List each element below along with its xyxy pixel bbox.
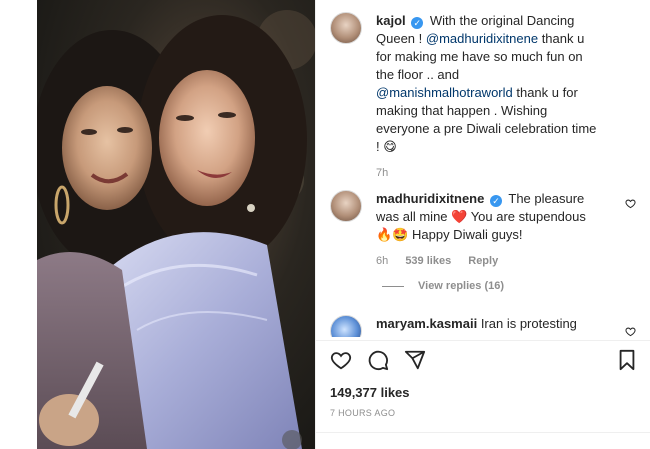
comment-line3: 🔥🤩 Happy Diwali guys! xyxy=(376,227,523,242)
mention-manishmalhotraworld[interactable]: @manishmalhotraworld xyxy=(376,85,513,100)
comment2-username[interactable]: maryam.kasmaii xyxy=(376,316,477,331)
caption-line8: ! 😋 xyxy=(376,139,397,154)
comment-line1: The pleasure xyxy=(508,191,585,206)
bookmark-icon[interactable] xyxy=(616,349,638,371)
caption-line2b: thank u xyxy=(538,31,585,46)
comment-likes[interactable]: 539 likes xyxy=(405,255,451,267)
replies-divider xyxy=(382,285,404,287)
post-actions xyxy=(316,340,650,376)
caption-line4: the floor .. and xyxy=(376,67,460,82)
verified-icon: ✓ xyxy=(411,17,424,29)
post-media-video[interactable] xyxy=(37,0,315,449)
kajol-avatar[interactable] xyxy=(330,12,362,44)
view-replies-label: View replies (16) xyxy=(418,280,505,292)
like-comment-icon[interactable] xyxy=(625,198,636,209)
comment-reply-button[interactable]: Reply xyxy=(468,255,498,267)
caption: kajol ✓ With the original Dancing Queen … xyxy=(330,12,636,182)
comment-time[interactable]: 6h xyxy=(376,255,388,267)
mention-madhuridixitnene[interactable]: @madhuridixitnene xyxy=(426,31,538,46)
caption-line5b: thank u for xyxy=(512,85,578,100)
comment-icon[interactable] xyxy=(367,349,389,371)
caption-line6: making that happen . Wishing xyxy=(376,103,548,118)
likes-count[interactable]: 149,377 likes xyxy=(330,385,410,400)
caption-line7: everyone a pre Diwali celebration time xyxy=(376,121,597,136)
comment-text: madhuridixitnene ✓ The pleasure was all … xyxy=(376,190,606,270)
page-margin xyxy=(0,0,37,449)
bottom-divider xyxy=(316,432,650,433)
heart-icon[interactable] xyxy=(330,349,352,371)
comment-meta: 6h 539 likes Reply xyxy=(376,252,606,270)
comment-username[interactable]: madhuridixitnene xyxy=(376,191,484,206)
post-timestamp[interactable]: 7 HOURS AGO xyxy=(330,408,395,418)
caption-line3: for making me have so much fun on xyxy=(376,49,583,64)
caption-line1: With the original Dancing xyxy=(429,13,575,28)
share-icon[interactable] xyxy=(404,349,426,371)
like-comment-icon[interactable] xyxy=(625,326,636,337)
comment-madhuridixitnene: madhuridixitnene ✓ The pleasure was all … xyxy=(330,190,606,270)
caption-text: kajol ✓ With the original Dancing Queen … xyxy=(376,12,636,182)
view-replies-button[interactable]: View replies (16) xyxy=(382,280,504,292)
madhuridixitnene-avatar[interactable] xyxy=(330,190,362,222)
comment-line2: was all mine ❤️ You are stupendous xyxy=(376,209,586,224)
caption-line2: Queen ! xyxy=(376,31,426,46)
caption-time[interactable]: 7h xyxy=(376,167,388,179)
caption-meta: 7h xyxy=(376,164,636,182)
maryam-kasmaii-avatar[interactable] xyxy=(330,315,362,337)
post-side-panel: kajol ✓ With the original Dancing Queen … xyxy=(315,0,650,449)
video-frame xyxy=(37,10,315,449)
comment2-text: maryam.kasmaii Iran is protesting xyxy=(376,315,577,337)
comment2-body: Iran is protesting xyxy=(480,316,577,331)
verified-icon: ✓ xyxy=(489,195,502,207)
comment-maryam-kasmaii: maryam.kasmaii Iran is protesting xyxy=(330,315,577,337)
caption-username[interactable]: kajol xyxy=(376,13,406,28)
